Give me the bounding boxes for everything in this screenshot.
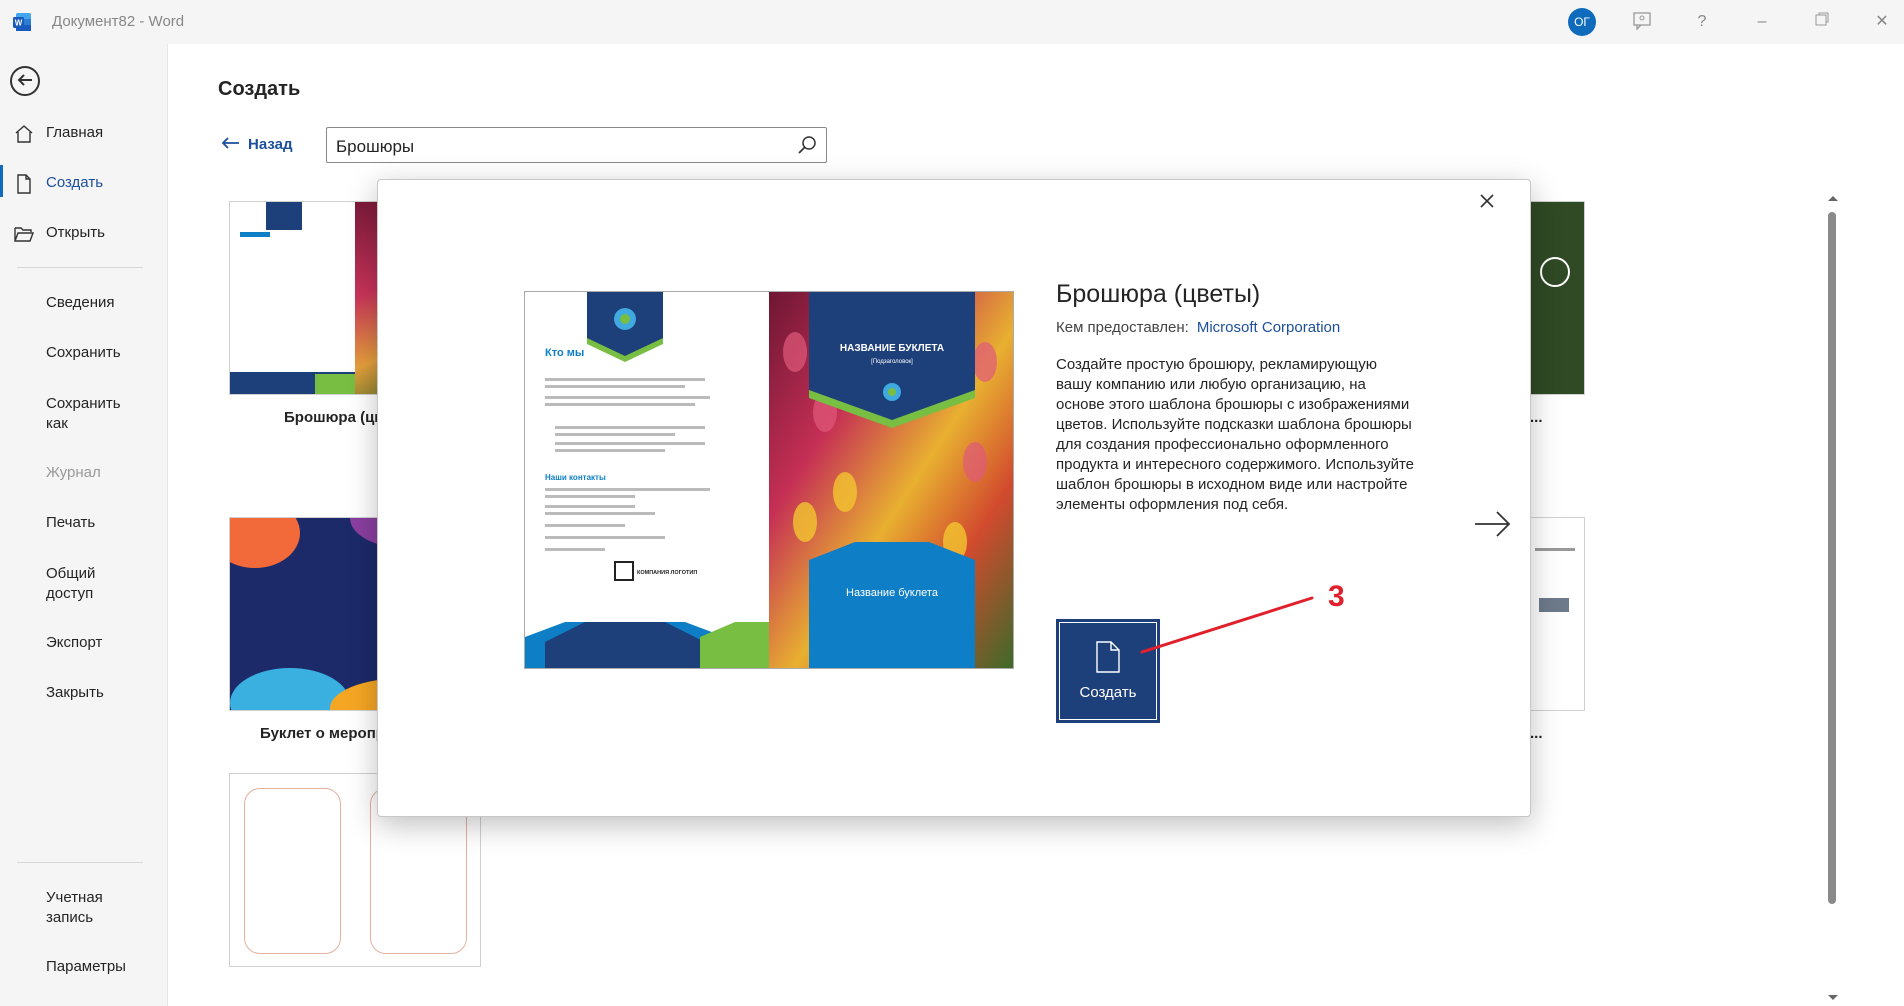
template-label: ... — [1530, 725, 1543, 742]
sidebar-item-home[interactable]: Главная — [0, 124, 167, 148]
back-label: Назад — [248, 136, 293, 153]
template-thumbnail-green[interactable] — [1528, 201, 1585, 395]
sidebar-item-account[interactable]: Учетная запись — [0, 888, 167, 932]
scroll-up-icon[interactable] — [1827, 194, 1839, 202]
sidebar-item-print[interactable]: Печать — [0, 514, 167, 538]
back-arrow-icon[interactable] — [10, 66, 40, 96]
backstage-sidebar: Главная Создать Открыть Сведения Сохрани… — [0, 44, 168, 1006]
close-icon[interactable] — [1476, 190, 1498, 212]
divider — [17, 267, 143, 268]
preview-logo-text: КОМПАНИЯ ЛОГОТИП — [637, 570, 697, 576]
restore-icon[interactable] — [1810, 10, 1834, 34]
sidebar-item-new[interactable]: Создать — [0, 174, 167, 198]
sidebar-item-save-as[interactable]: Сохранить как — [0, 394, 167, 438]
preview-booklet-title: НАЗВАНИЕ БУКЛЕТА — [840, 343, 944, 354]
minimize-icon[interactable]: – — [1750, 10, 1774, 34]
provided-by: Кем предоставлен: Microsoft Corporation — [1056, 319, 1340, 336]
sidebar-item-share[interactable]: Общий доступ — [0, 564, 167, 608]
home-icon — [15, 125, 33, 143]
sidebar-item-label: Журнал — [46, 464, 101, 481]
search-input[interactable]: Брошюры — [326, 127, 827, 163]
new-document-icon — [17, 174, 31, 194]
sidebar-item-label: Общий доступ — [46, 565, 96, 602]
template-title: Брошюра (цветы) — [1056, 280, 1261, 308]
scrollbar-thumb[interactable] — [1828, 212, 1836, 904]
template-label: ... — [1530, 409, 1543, 426]
preview-contacts-heading: Наши контакты — [545, 473, 606, 482]
template-thumbnail-doc[interactable] — [1528, 517, 1585, 711]
template-description: Создайте простую брошюру, рекламирующую … — [1056, 356, 1415, 513]
search-value: Брошюры — [336, 137, 415, 156]
preview-booklet-subtitle: [Подзаголовок] — [871, 359, 913, 365]
create-button-label: Создать — [1079, 684, 1137, 701]
sidebar-item-label: Открыть — [46, 224, 105, 241]
sidebar-item-label: Создать — [46, 174, 104, 191]
provided-by-label: Кем предоставлен: — [1056, 319, 1189, 336]
flower-icon — [1540, 257, 1570, 287]
arrow-left-icon — [221, 137, 239, 149]
sidebar-item-label: Сведения — [46, 294, 115, 311]
provider-link[interactable]: Microsoft Corporation — [1197, 319, 1340, 336]
sidebar-item-label: Печать — [46, 514, 96, 531]
sidebar-item-label: Параметры — [46, 958, 126, 975]
new-document-icon — [1096, 641, 1120, 673]
back-link[interactable]: Назад — [220, 136, 292, 153]
user-avatar[interactable]: ОГ — [1568, 8, 1596, 36]
word-logo-icon: W — [13, 13, 31, 31]
create-button[interactable]: Создать — [1056, 619, 1160, 723]
sidebar-item-label: Сохранить — [46, 344, 121, 361]
page-title: Создать — [218, 78, 301, 100]
sidebar-item-label: Главная — [46, 124, 104, 141]
sidebar-item-options[interactable]: Параметры — [0, 958, 167, 982]
sidebar-item-export[interactable]: Экспорт — [0, 634, 167, 658]
sidebar-item-history: Журнал — [0, 464, 167, 488]
divider — [17, 862, 143, 863]
sidebar-item-close[interactable]: Закрыть — [0, 684, 167, 708]
preview-booklet-name: Название буклета — [846, 587, 939, 599]
sidebar-item-label: Экспорт — [46, 634, 103, 651]
search-icon[interactable] — [796, 134, 818, 156]
preview-heading: Кто мы — [545, 347, 584, 359]
close-icon[interactable]: ✕ — [1870, 10, 1894, 34]
sidebar-item-label: Учетная запись — [46, 889, 103, 926]
folder-open-icon — [14, 227, 34, 242]
sidebar-item-save[interactable]: Сохранить — [0, 344, 167, 368]
feedback-icon[interactable] — [1630, 10, 1654, 34]
annotation-step-number: 3 — [1328, 580, 1345, 613]
help-icon[interactable]: ? — [1690, 10, 1714, 34]
template-preview-image: НАЗВАНИЕ БУКЛЕТА [Подзаголовок] Название… — [524, 291, 1014, 669]
sidebar-item-label: Сохранить как — [46, 395, 121, 432]
svg-text:W: W — [15, 19, 23, 28]
window-title: Документ82 - Word — [52, 13, 185, 30]
sidebar-item-info[interactable]: Сведения — [0, 294, 167, 318]
sidebar-item-label: Закрыть — [46, 684, 104, 701]
title-bar: W Документ82 - Word ОГ ? – ✕ — [0, 0, 1904, 44]
template-preview-dialog: НАЗВАНИЕ БУКЛЕТА [Подзаголовок] Название… — [377, 179, 1531, 817]
scroll-down-icon[interactable] — [1827, 994, 1839, 1002]
sidebar-item-open[interactable]: Открыть — [0, 224, 167, 248]
arrow-right-icon[interactable] — [1473, 508, 1513, 540]
